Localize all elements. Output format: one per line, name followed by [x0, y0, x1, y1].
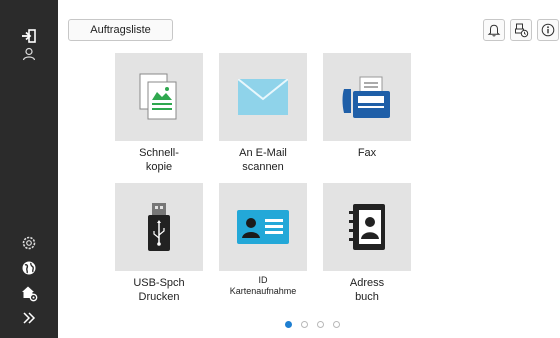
id-card-scan-tile[interactable]: ID Kartenaufnahme	[219, 183, 307, 297]
tile-label-line1: Schnell-	[139, 147, 179, 159]
job-status-icon[interactable]	[510, 19, 532, 41]
quick-copy-tile[interactable]: Schnell- kopie	[115, 53, 203, 174]
usb-print-tile[interactable]: USB-Spch Drucken	[115, 183, 203, 304]
page-dot-2[interactable]	[301, 321, 308, 328]
address-book-tile[interactable]: Adress buch	[323, 183, 411, 304]
page-dot-1[interactable]	[285, 321, 292, 328]
tile-label-line2: Kartenaufnahme	[229, 286, 297, 296]
fax-tile[interactable]: Fax	[323, 53, 411, 160]
tile-label-line2: Drucken	[138, 291, 180, 303]
fax-machine-icon	[342, 76, 390, 118]
settings-gear-icon[interactable]	[17, 231, 41, 255]
tile-label-line1: An E-Mail	[239, 147, 287, 159]
info-icon[interactable]	[537, 19, 559, 41]
page-dot-3[interactable]	[317, 321, 324, 328]
job-list-button[interactable]: Auftragsliste	[68, 19, 173, 41]
globe-icon[interactable]	[17, 256, 41, 280]
user-icon[interactable]	[17, 42, 41, 66]
tile-label-line2: kopie	[145, 161, 173, 173]
copy-documents-icon	[139, 73, 177, 120]
address-book-icon	[349, 204, 385, 250]
tile-label-line1: Fax	[357, 147, 377, 159]
tile-label-line2: buch	[355, 291, 379, 303]
tile-label-line1: ID	[258, 275, 268, 285]
home-screen: Auftragsliste Schnell- kopie An E-Mail s…	[58, 0, 560, 338]
page-dot-4[interactable]	[333, 321, 340, 328]
tile-label-line1: USB-Spch	[133, 277, 185, 289]
tile-label-line1: Adress	[349, 277, 385, 289]
scan-to-email-tile[interactable]: An E-Mail scannen	[219, 53, 307, 174]
sidebar	[0, 0, 58, 338]
tile-label-line2: scannen	[242, 161, 284, 173]
page-indicator	[285, 321, 340, 328]
expand-chevrons-icon[interactable]	[17, 306, 41, 330]
envelope-icon	[238, 79, 288, 115]
home-settings-icon[interactable]	[17, 281, 41, 305]
usb-stick-icon	[148, 203, 170, 251]
bell-icon[interactable]	[483, 19, 505, 41]
id-card-icon	[237, 210, 289, 244]
